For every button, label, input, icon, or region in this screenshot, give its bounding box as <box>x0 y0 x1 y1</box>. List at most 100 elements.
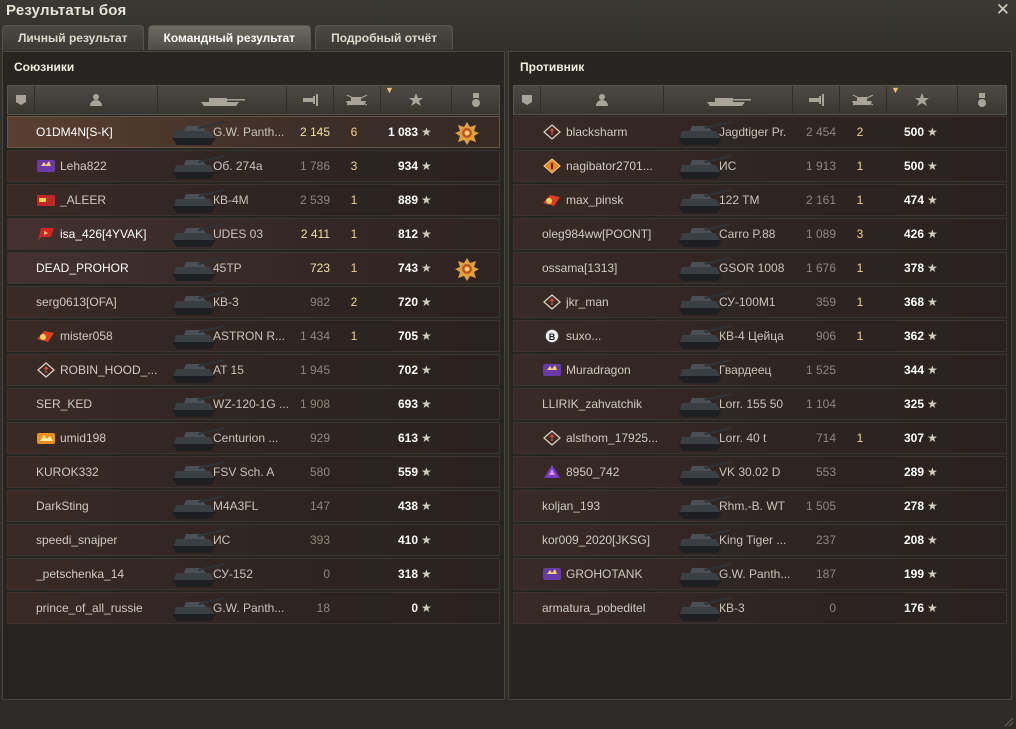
ally-row[interactable]: isa_426[4YVAK] UDES 03 2 411 1 812 ★ <box>7 218 500 250</box>
damage-value: 1 089 <box>805 227 836 241</box>
ally-row[interactable]: prince_of_all_russie G.W. Panth... 18 0 ★ <box>7 592 500 624</box>
xp-star-icon: ★ <box>927 193 938 207</box>
enemy-row[interactable]: nagibator2701... ИС 1 913 1 500 ★ <box>513 150 1007 182</box>
damage-value: 1 676 <box>805 261 836 275</box>
player-name: ROBIN_HOOD_... <box>60 363 158 377</box>
ally-row[interactable]: Leha822 Об. 274а 1 786 3 934 ★ <box>7 150 500 182</box>
xp-value: 362 <box>903 329 924 343</box>
tank-name: Carro P.88 <box>719 227 776 241</box>
xp-star-icon: ★ <box>927 295 938 309</box>
column-damage-header[interactable] <box>287 86 334 114</box>
kills-value: 1 <box>856 329 864 343</box>
player-name: isa_426[4YVAK] <box>60 227 147 241</box>
damage-value: 2 161 <box>805 193 836 207</box>
column-medals-header[interactable] <box>452 86 500 114</box>
ally-row[interactable]: KUROK332 FSV Sch. A 580 559 ★ <box>7 456 500 488</box>
tab-team-result[interactable]: Командный результат <box>147 25 312 50</box>
column-tank-header[interactable] <box>158 86 287 114</box>
xp-star-icon: ★ <box>421 431 432 445</box>
xp-star-icon: ★ <box>927 601 938 615</box>
enemy-row[interactable]: alsthom_17925... Lorr. 40 t 714 1 307 ★ <box>513 422 1007 454</box>
player-name: DarkSting <box>36 499 89 513</box>
damage-value: 1 505 <box>805 499 836 513</box>
enemy-row[interactable]: blacksharm Jagdtiger Pr. 2 454 2 500 ★ <box>513 116 1007 148</box>
battle-results-window: Результаты боя ✕ Личный результат Команд… <box>0 0 1016 729</box>
xp-star-icon: ★ <box>421 533 432 547</box>
xp-value: 693 <box>397 397 418 411</box>
allies-list: O1DM4N[S-K] G.W. Panth... 2 145 6 1 083 ★ Leha… <box>7 116 500 626</box>
ally-row[interactable]: serg0613[OFA] КВ-3 982 2 720 ★ <box>7 286 500 318</box>
enemy-row[interactable]: armatura_pobeditel КВ-3 0 176 ★ <box>513 592 1007 624</box>
column-xp-header[interactable]: ▼ <box>887 85 958 114</box>
player-name: Muradragon <box>566 363 631 377</box>
enemy-row[interactable]: GROHOTANK G.W. Panth... 187 199 ★ <box>513 558 1007 590</box>
damage-value: 147 <box>309 499 330 513</box>
player-name: 8950_742 <box>566 465 620 479</box>
ally-row[interactable]: O1DM4N[S-K] G.W. Panth... 2 145 6 1 083 ★ <box>7 116 500 148</box>
kills-value: 1 <box>350 227 358 241</box>
column-player-header[interactable] <box>35 86 158 114</box>
ally-row[interactable]: ROBIN_HOOD_... AT 15 1 945 702 ★ <box>7 354 500 386</box>
xp-value: 613 <box>397 431 418 445</box>
clan-badge-icon <box>543 294 561 310</box>
xp-value: 705 <box>397 329 418 343</box>
ally-row[interactable]: DEAD_PROHOR 45TP 723 1 743 ★ <box>7 252 500 284</box>
column-player-header[interactable] <box>541 86 664 114</box>
enemy-row[interactable]: ossama[1313] GSOR 1008 1 676 1 378 ★ <box>513 252 1007 284</box>
damage-value: 1 786 <box>299 159 330 173</box>
tab-detailed-report[interactable]: Подробный отчёт <box>315 25 454 50</box>
enemy-row[interactable]: LLIRIK_zahvatchik Lorr. 155 50 1 104 325 ★ <box>513 388 1007 420</box>
player-name: _ALEER <box>60 193 107 207</box>
player-name: koljan_193 <box>542 499 601 513</box>
enemy-row[interactable]: Bsuxo... КВ-4 Цейца 906 1 362 ★ <box>513 320 1007 352</box>
xp-value: 278 <box>903 499 924 513</box>
xp-value: 176 <box>903 601 924 615</box>
ally-row[interactable]: mister058 ASTRON R... 1 434 1 705 ★ <box>7 320 500 352</box>
xp-star-icon: ★ <box>927 159 938 173</box>
ally-row[interactable]: speedi_snajper ИС 393 410 ★ <box>7 524 500 556</box>
player-name: GROHOTANK <box>566 567 643 581</box>
enemy-row[interactable]: kor009_2020[JKSG] King Tiger ... 237 208 ★ <box>513 524 1007 556</box>
xp-star-icon: ★ <box>927 397 938 411</box>
kills-value: 6 <box>350 125 358 139</box>
player-name: alsthom_17925... <box>566 431 659 445</box>
player-name: jkr_man <box>566 295 609 309</box>
column-tank-header[interactable] <box>664 86 793 114</box>
close-icon[interactable]: ✕ <box>996 0 1010 20</box>
xp-value: 318 <box>397 567 418 581</box>
column-squad-header[interactable] <box>514 86 541 114</box>
enemy-row[interactable]: koljan_193 Rhm.-B. WT 1 505 278 ★ <box>513 490 1007 522</box>
column-medals-header[interactable] <box>958 86 1006 114</box>
ally-row[interactable]: _petschenka_14 СУ-152 0 318 ★ <box>7 558 500 590</box>
enemy-row[interactable]: Muradragon Гвардеец 1 525 344 ★ <box>513 354 1007 386</box>
tab-personal-result[interactable]: Личный результат <box>2 25 144 50</box>
enemy-row[interactable]: oleg984ww[POONT] Carro P.88 1 089 3 426 ★ <box>513 218 1007 250</box>
player-name: blacksharm <box>566 125 628 139</box>
tank-column-icon <box>707 98 751 106</box>
tank-name: КВ-4М <box>213 193 249 207</box>
xp-star-icon: ★ <box>421 261 432 275</box>
column-kills-header[interactable] <box>840 86 887 114</box>
column-squad-header[interactable] <box>8 86 35 114</box>
column-kills-header[interactable] <box>334 86 381 114</box>
player-name: kor009_2020[JKSG] <box>542 533 651 547</box>
tank-name: СУ-152 <box>213 567 253 581</box>
damage-value: 906 <box>815 329 836 343</box>
column-xp-header[interactable]: ▼ <box>381 85 452 114</box>
player-column-icon <box>596 94 608 106</box>
clan-badge-icon <box>37 362 55 378</box>
player-name: oleg984ww[POONT] <box>542 227 652 241</box>
column-damage-header[interactable] <box>793 86 840 114</box>
ally-row[interactable]: SER_KED WZ-120-1G ... 1 908 693 ★ <box>7 388 500 420</box>
enemy-row[interactable]: max_pinsk 122 TM 2 161 1 474 ★ <box>513 184 1007 216</box>
window-title: Результаты боя <box>6 2 127 19</box>
ally-row[interactable]: DarkSting M4A3FL 147 438 ★ <box>7 490 500 522</box>
achievement-medal-icon <box>455 122 479 145</box>
enemy-row[interactable]: jkr_man СУ-100М1 359 1 368 ★ <box>513 286 1007 318</box>
ally-row[interactable]: _ALEER КВ-4М 2 539 1 889 ★ <box>7 184 500 216</box>
resize-grip-icon[interactable] <box>1004 717 1014 727</box>
ally-row[interactable]: umid198 Centurion ... 929 613 ★ <box>7 422 500 454</box>
damage-value: 359 <box>815 295 836 309</box>
enemy-row[interactable]: 8950_742 VK 30.02 D 553 289 ★ <box>513 456 1007 488</box>
xp-star-icon <box>409 93 423 106</box>
